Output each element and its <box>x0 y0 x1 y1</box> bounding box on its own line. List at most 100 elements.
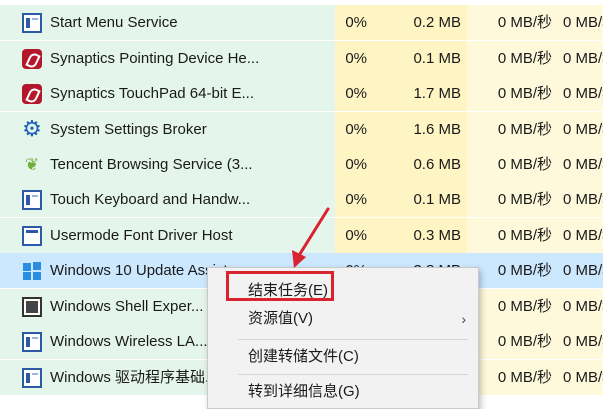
window-icon <box>22 226 42 246</box>
network-cell: 0 MB/秒 <box>558 5 603 40</box>
disk-value: 0 MB/秒 <box>497 369 552 386</box>
process-name-cell: Synaptics Pointing Device He... <box>0 41 335 76</box>
table-row[interactable]: Synaptics TouchPad 64-bit E... 0% 1.7 MB… <box>0 76 603 111</box>
disk-value: 0 MB/秒 <box>497 50 552 67</box>
memory-cell: 0.3 MB <box>375 218 467 253</box>
network-cell: 0 MB/秒 <box>558 182 603 217</box>
disk-cell: 0 MB/秒 <box>467 76 558 111</box>
table-row[interactable]: Start Menu Service 0% 0.2 MB 0 MB/秒 0 MB… <box>0 5 603 40</box>
network-value: 0 MB/秒 <box>563 191 603 208</box>
network-value: 0 MB/秒 <box>563 121 603 138</box>
network-cell: 0 MB/秒 <box>558 253 603 288</box>
annotation-highlight-box <box>226 271 334 301</box>
process-name: Windows Shell Exper... <box>50 298 204 315</box>
disk-cell: 0 MB/秒 <box>467 41 558 76</box>
network-cell: 0 MB/秒 <box>558 112 603 147</box>
memory-value: 0.1 MB <box>413 50 461 67</box>
window-icon <box>22 190 42 210</box>
process-name-cell: ⚙ System Settings Broker <box>0 112 335 147</box>
memory-value: 0.2 MB <box>413 14 461 31</box>
menu-item-create-dump[interactable]: 创建转储文件(C) <box>208 340 478 374</box>
network-cell: 0 MB/秒 <box>558 76 603 111</box>
network-value: 0 MB/秒 <box>563 298 603 315</box>
network-cell: 0 MB/秒 <box>558 41 603 76</box>
menu-item-go-to-details[interactable]: 转到详细信息(G) <box>208 375 478 409</box>
synaptics-icon <box>22 49 42 69</box>
cpu-cell: 0% <box>335 41 375 76</box>
memory-value: 0.6 MB <box>413 156 461 173</box>
network-value: 0 MB/秒 <box>563 14 603 31</box>
table-row[interactable]: Touch Keyboard and Handw... 0% 0.1 MB 0 … <box>0 182 603 217</box>
memory-cell: 0.2 MB <box>375 5 467 40</box>
network-cell: 0 MB/秒 <box>558 147 603 182</box>
menu-item-resource-values[interactable]: 资源值(V) › <box>208 302 478 336</box>
memory-cell: 1.6 MB <box>375 112 467 147</box>
cpu-cell: 0% <box>335 76 375 111</box>
cpu-value: 0% <box>345 227 367 244</box>
network-cell: 0 MB/秒 <box>558 289 603 324</box>
cpu-cell: 0% <box>335 147 375 182</box>
window-icon <box>22 368 42 388</box>
process-name: Start Menu Service <box>50 14 178 31</box>
disk-cell: 0 MB/秒 <box>467 218 558 253</box>
chevron-right-icon: › <box>461 311 466 327</box>
network-cell: 0 MB/秒 <box>558 218 603 253</box>
disk-cell: 0 MB/秒 <box>467 182 558 217</box>
cpu-value: 0% <box>345 50 367 67</box>
table-row[interactable]: Synaptics Pointing Device He... 0% 0.1 M… <box>0 41 603 76</box>
gear-icon: ⚙ <box>22 116 42 141</box>
table-row[interactable]: ❦ Tencent Browsing Service (3... 0% 0.6 … <box>0 147 603 182</box>
cpu-value: 0% <box>345 85 367 102</box>
process-name: Windows 驱动程序基础... <box>50 369 218 386</box>
process-name: Tencent Browsing Service (3... <box>50 156 253 173</box>
network-value: 0 MB/秒 <box>563 50 603 67</box>
table-row[interactable]: ⚙ System Settings Broker 0% 1.6 MB 0 MB/… <box>0 112 603 147</box>
window-icon <box>22 13 42 33</box>
disk-cell: 0 MB/秒 <box>467 360 558 395</box>
process-name: Synaptics TouchPad 64-bit E... <box>50 85 255 102</box>
memory-cell: 1.7 MB <box>375 76 467 111</box>
dark-window-icon <box>22 297 42 317</box>
disk-value: 0 MB/秒 <box>497 262 552 279</box>
network-cell: 0 MB/秒 <box>558 324 603 359</box>
process-name-cell: Touch Keyboard and Handw... <box>0 182 335 217</box>
process-name-cell: ❦ Tencent Browsing Service (3... <box>0 147 335 182</box>
memory-value: 0.3 MB <box>413 227 461 244</box>
network-value: 0 MB/秒 <box>563 333 603 350</box>
disk-value: 0 MB/秒 <box>497 227 552 244</box>
cpu-value: 0% <box>345 14 367 31</box>
disk-value: 0 MB/秒 <box>497 85 552 102</box>
disk-cell: 0 MB/秒 <box>467 289 558 324</box>
disk-value: 0 MB/秒 <box>497 121 552 138</box>
window-icon <box>22 332 42 352</box>
synaptics-icon <box>22 84 42 104</box>
disk-cell: 0 MB/秒 <box>467 147 558 182</box>
memory-value: 1.6 MB <box>413 121 461 138</box>
memory-cell: 0.1 MB <box>375 41 467 76</box>
memory-value: 0.1 MB <box>413 191 461 208</box>
process-name: Usermode Font Driver Host <box>50 227 233 244</box>
cpu-value: 0% <box>345 191 367 208</box>
cpu-cell: 0% <box>335 5 375 40</box>
cpu-cell: 0% <box>335 112 375 147</box>
process-name-cell: Synaptics TouchPad 64-bit E... <box>0 76 335 111</box>
disk-cell: 0 MB/秒 <box>467 253 558 288</box>
process-name-cell: Usermode Font Driver Host <box>0 218 335 253</box>
disk-cell: 0 MB/秒 <box>467 5 558 40</box>
network-value: 0 MB/秒 <box>563 262 603 279</box>
disk-cell: 0 MB/秒 <box>467 324 558 359</box>
menu-item-label: 转到详细信息(G) <box>248 383 360 400</box>
menu-item-label: 资源值(V) <box>248 310 313 327</box>
cpu-value: 0% <box>345 121 367 138</box>
process-name-cell: Start Menu Service <box>0 5 335 40</box>
windows-logo-icon <box>22 261 42 281</box>
disk-value: 0 MB/秒 <box>497 156 552 173</box>
network-value: 0 MB/秒 <box>563 369 603 386</box>
process-name: Synaptics Pointing Device He... <box>50 50 260 67</box>
cpu-value: 0% <box>345 156 367 173</box>
disk-value: 0 MB/秒 <box>497 14 552 31</box>
tencent-icon: ❦ <box>24 155 40 174</box>
cpu-cell: 0% <box>335 182 375 217</box>
network-value: 0 MB/秒 <box>563 156 603 173</box>
table-row[interactable]: Usermode Font Driver Host 0% 0.3 MB 0 MB… <box>0 218 603 253</box>
